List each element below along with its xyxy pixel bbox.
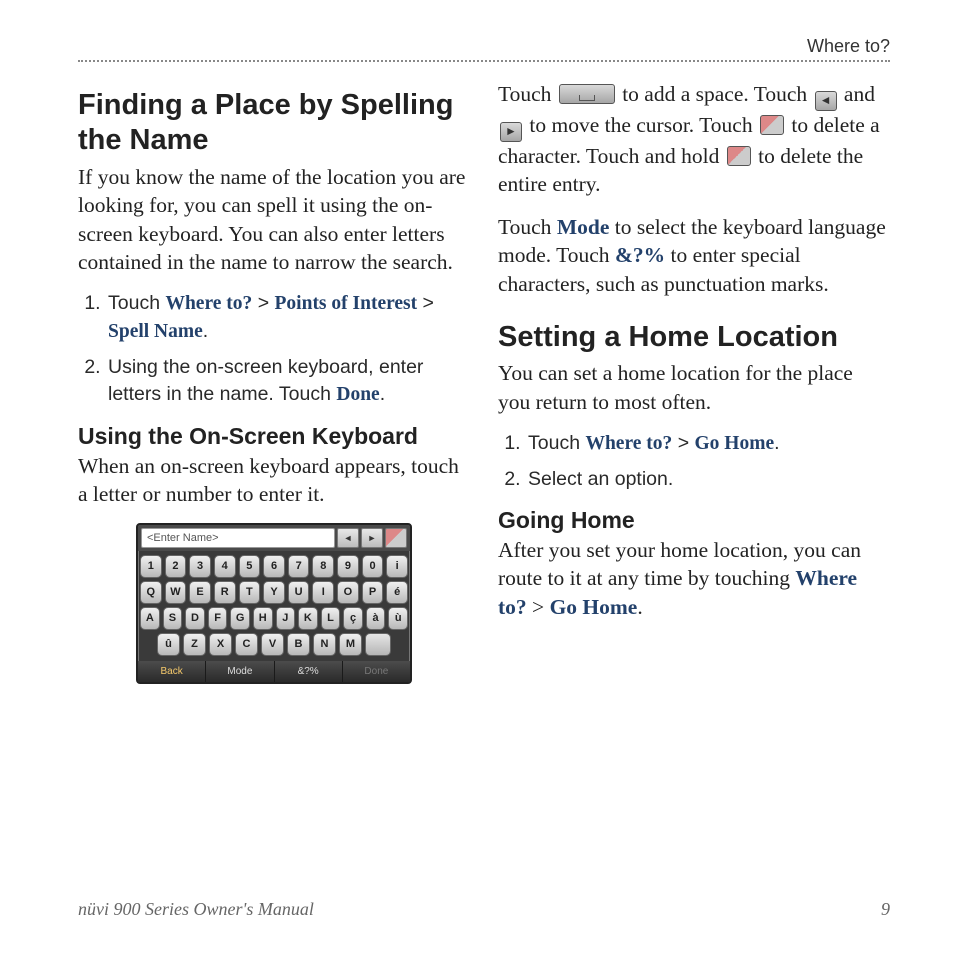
kb-key: S: [163, 607, 183, 630]
kb-key: R: [214, 581, 236, 604]
kb-key: à: [366, 607, 386, 630]
kb-key: 9: [337, 555, 359, 578]
kb-key: ç: [343, 607, 363, 630]
kb-key: û: [157, 633, 180, 656]
kb-row-2: QWERTYUIOPé: [140, 581, 408, 604]
kb-row-3: ASDFGHJKLçàù: [140, 607, 408, 630]
link-spell-name: Spell Name: [108, 321, 203, 342]
link-where-to: Where to?: [165, 293, 252, 314]
heading-finding-place: Finding a Place by Spelling the Name: [78, 88, 470, 159]
space-key-icon: [559, 84, 615, 104]
link-where-to-2: Where to?: [585, 433, 672, 454]
kb-key: N: [313, 633, 336, 656]
kb-key: 7: [288, 555, 310, 578]
kb-key: O: [337, 581, 359, 604]
kb-key: H: [253, 607, 273, 630]
kb-key: i: [386, 555, 408, 578]
link-symbols: &?%: [615, 243, 665, 267]
page: Where to? Finding a Place by Spelling th…: [0, 0, 954, 954]
kb-sym-button: &?%: [275, 661, 343, 682]
kb-key: J: [276, 607, 296, 630]
kb-key: K: [298, 607, 318, 630]
kb-key: 0: [362, 555, 384, 578]
kb-erase-icon: [385, 528, 407, 548]
link-poi: Points of Interest: [275, 293, 418, 314]
kb-key: P: [362, 581, 384, 604]
step-2: Using the on-screen keyboard, enter lett…: [106, 354, 470, 409]
kb-mode-button: Mode: [206, 661, 274, 682]
body-onscreen-kb: When an on-screen keyboard appears, touc…: [78, 452, 470, 509]
kb-row-1: 1234567890i: [140, 555, 408, 578]
steps-finding-place: Touch Where to? > Points of Interest > S…: [78, 290, 470, 409]
kb-keys: 1234567890i QWERTYUIOPé ASDFGHJKLçàù ûZX…: [138, 551, 410, 661]
kb-key: U: [288, 581, 310, 604]
link-go-home-2: Go Home: [550, 595, 638, 619]
page-header: Where to?: [78, 36, 890, 62]
kb-key: 1: [140, 555, 162, 578]
kb-key: W: [165, 581, 187, 604]
content-columns: Finding a Place by Spelling the Name If …: [78, 78, 890, 684]
footer-page-number: 9: [881, 899, 890, 920]
kb-key: M: [339, 633, 362, 656]
kb-key: D: [185, 607, 205, 630]
kb-key: F: [208, 607, 228, 630]
kb-key: [365, 633, 391, 656]
kb-key: A: [140, 607, 160, 630]
right-column: Touch to add a space. Touch and to move …: [498, 78, 890, 684]
kb-input-row: <Enter Name> ◄ ►: [138, 525, 410, 551]
keyboard-screenshot: <Enter Name> ◄ ► 1234567890i QWERTYUIOPé…: [136, 523, 412, 684]
kb-key: E: [189, 581, 211, 604]
kb-done-button: Done: [343, 661, 410, 682]
kb-key: T: [239, 581, 261, 604]
kb-key: 2: [165, 555, 187, 578]
kb-input: <Enter Name>: [141, 528, 335, 548]
link-go-home: Go Home: [695, 433, 775, 454]
kb-key: I: [312, 581, 334, 604]
body-going-home: After you set your home location, you ca…: [498, 536, 890, 621]
link-mode: Mode: [557, 215, 610, 239]
kb-key: é: [386, 581, 408, 604]
subhead-going-home: Going Home: [498, 507, 890, 534]
kb-cursor-left-icon: ◄: [337, 528, 359, 548]
heading-home-location: Setting a Home Location: [498, 320, 890, 355]
header-section: Where to?: [807, 36, 890, 57]
kb-key: ù: [388, 607, 408, 630]
kb-back-button: Back: [138, 661, 206, 682]
kb-key: 5: [239, 555, 261, 578]
erase-hold-icon: [727, 146, 751, 166]
steps-home-location: Touch Where to? > Go Home. Select an opt…: [498, 430, 890, 493]
kb-key: 4: [214, 555, 236, 578]
para-space-cursor: Touch to add a space. Touch and to move …: [498, 80, 890, 199]
left-column: Finding a Place by Spelling the Name If …: [78, 78, 470, 684]
kb-key: X: [209, 633, 232, 656]
home-step-2: Select an option.: [526, 466, 890, 493]
kb-key: B: [287, 633, 310, 656]
kb-key: V: [261, 633, 284, 656]
erase-icon: [760, 115, 784, 135]
kb-key: 3: [189, 555, 211, 578]
link-done: Done: [336, 384, 379, 405]
footer-manual: nüvi 900 Series Owner's Manual: [78, 899, 314, 920]
step-1: Touch Where to? > Points of Interest > S…: [106, 290, 470, 346]
kb-key: Y: [263, 581, 285, 604]
kb-key: 6: [263, 555, 285, 578]
kb-bottom-bar: Back Mode &?% Done: [138, 661, 410, 682]
kb-key: Q: [140, 581, 162, 604]
kb-key: L: [321, 607, 341, 630]
kb-key: C: [235, 633, 258, 656]
kb-key: Z: [183, 633, 206, 656]
para-mode-symbols: Touch Mode to select the keyboard langua…: [498, 213, 890, 298]
kb-key: G: [230, 607, 250, 630]
kb-key: 8: [312, 555, 334, 578]
kb-cursor-right-icon: ►: [361, 528, 383, 548]
cursor-right-icon: [500, 122, 522, 142]
kb-row-4: ûZXCVBNM: [140, 633, 408, 656]
intro-home-location: You can set a home location for the plac…: [498, 359, 890, 416]
home-step-1: Touch Where to? > Go Home.: [526, 430, 890, 458]
intro-finding-place: If you know the name of the location you…: [78, 163, 470, 277]
subhead-onscreen-kb: Using the On-Screen Keyboard: [78, 423, 470, 450]
cursor-left-icon: [815, 91, 837, 111]
page-footer: nüvi 900 Series Owner's Manual 9: [78, 899, 890, 920]
